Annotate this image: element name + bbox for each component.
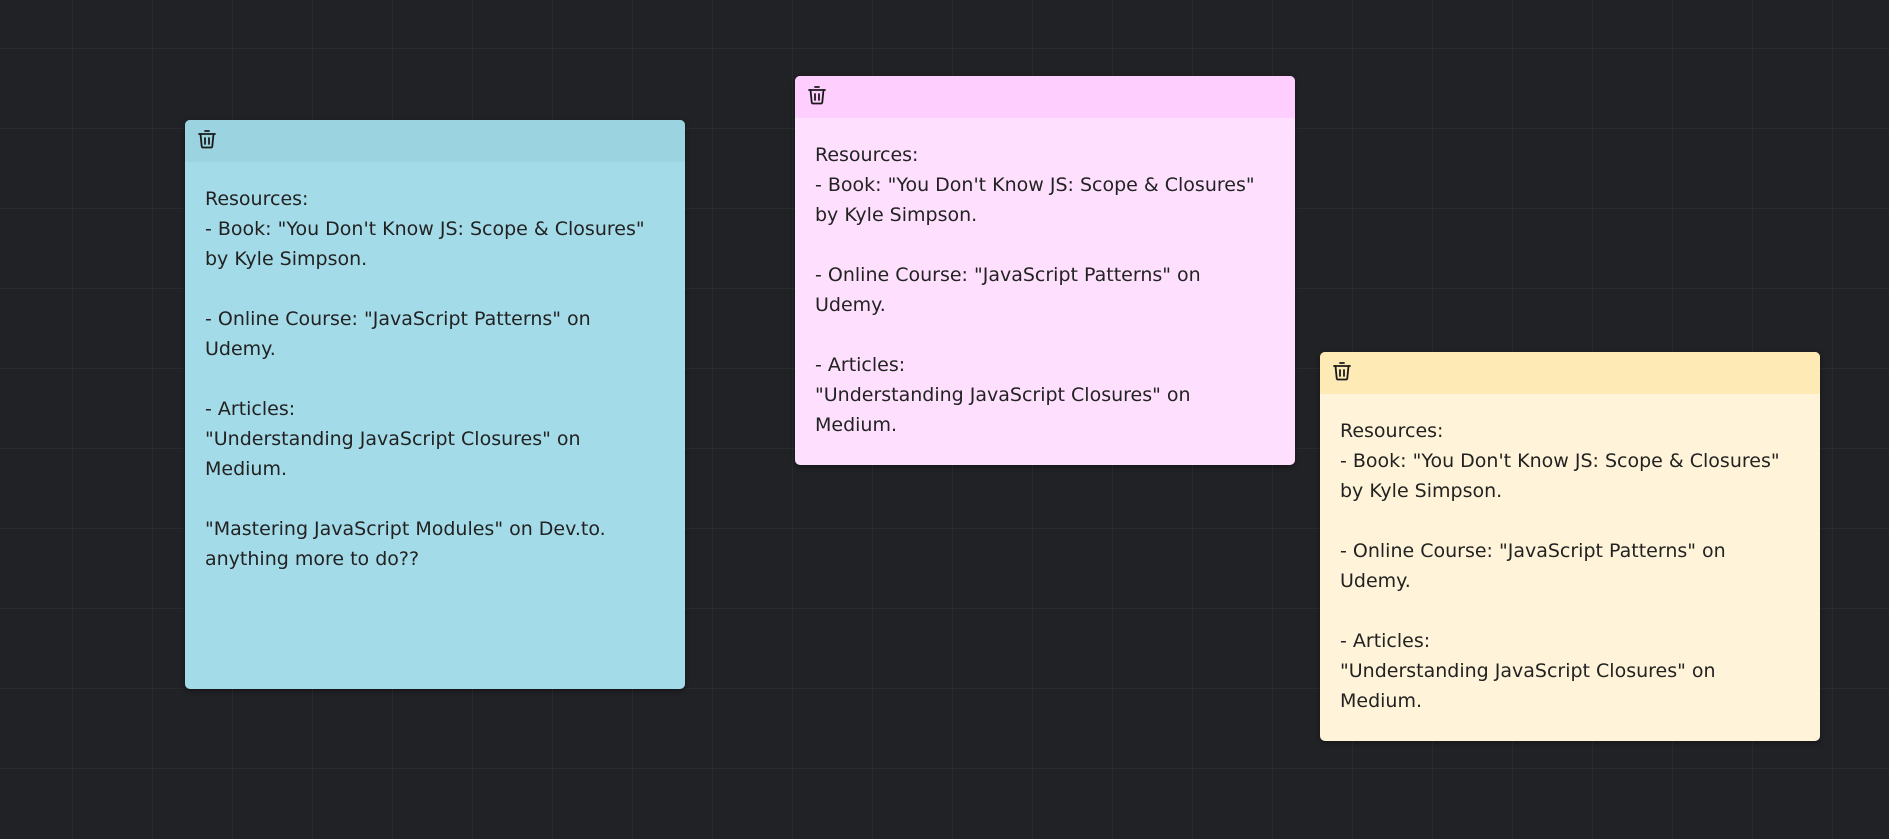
trash-icon[interactable] [195,127,219,155]
note-header[interactable] [795,76,1295,118]
trash-icon[interactable] [805,83,829,111]
note-header[interactable] [1320,352,1820,394]
note-text[interactable]: Resources: - Book: "You Don't Know JS: S… [185,162,685,594]
delete-note-button[interactable] [804,84,830,110]
trash-icon[interactable] [1330,359,1354,387]
delete-note-button[interactable] [1329,360,1355,386]
note-text[interactable]: Resources: - Book: "You Don't Know JS: S… [1320,394,1820,741]
sticky-note-pink[interactable]: Resources: - Book: "You Don't Know JS: S… [795,76,1295,465]
note-text[interactable]: Resources: - Book: "You Don't Know JS: S… [795,118,1295,465]
delete-note-button[interactable] [194,128,220,154]
sticky-note-blue[interactable]: Resources: - Book: "You Don't Know JS: S… [185,120,685,689]
sticky-note-yellow[interactable]: Resources: - Book: "You Don't Know JS: S… [1320,352,1820,741]
note-header[interactable] [185,120,685,162]
notes-board: Resources: - Book: "You Don't Know JS: S… [0,0,1889,839]
